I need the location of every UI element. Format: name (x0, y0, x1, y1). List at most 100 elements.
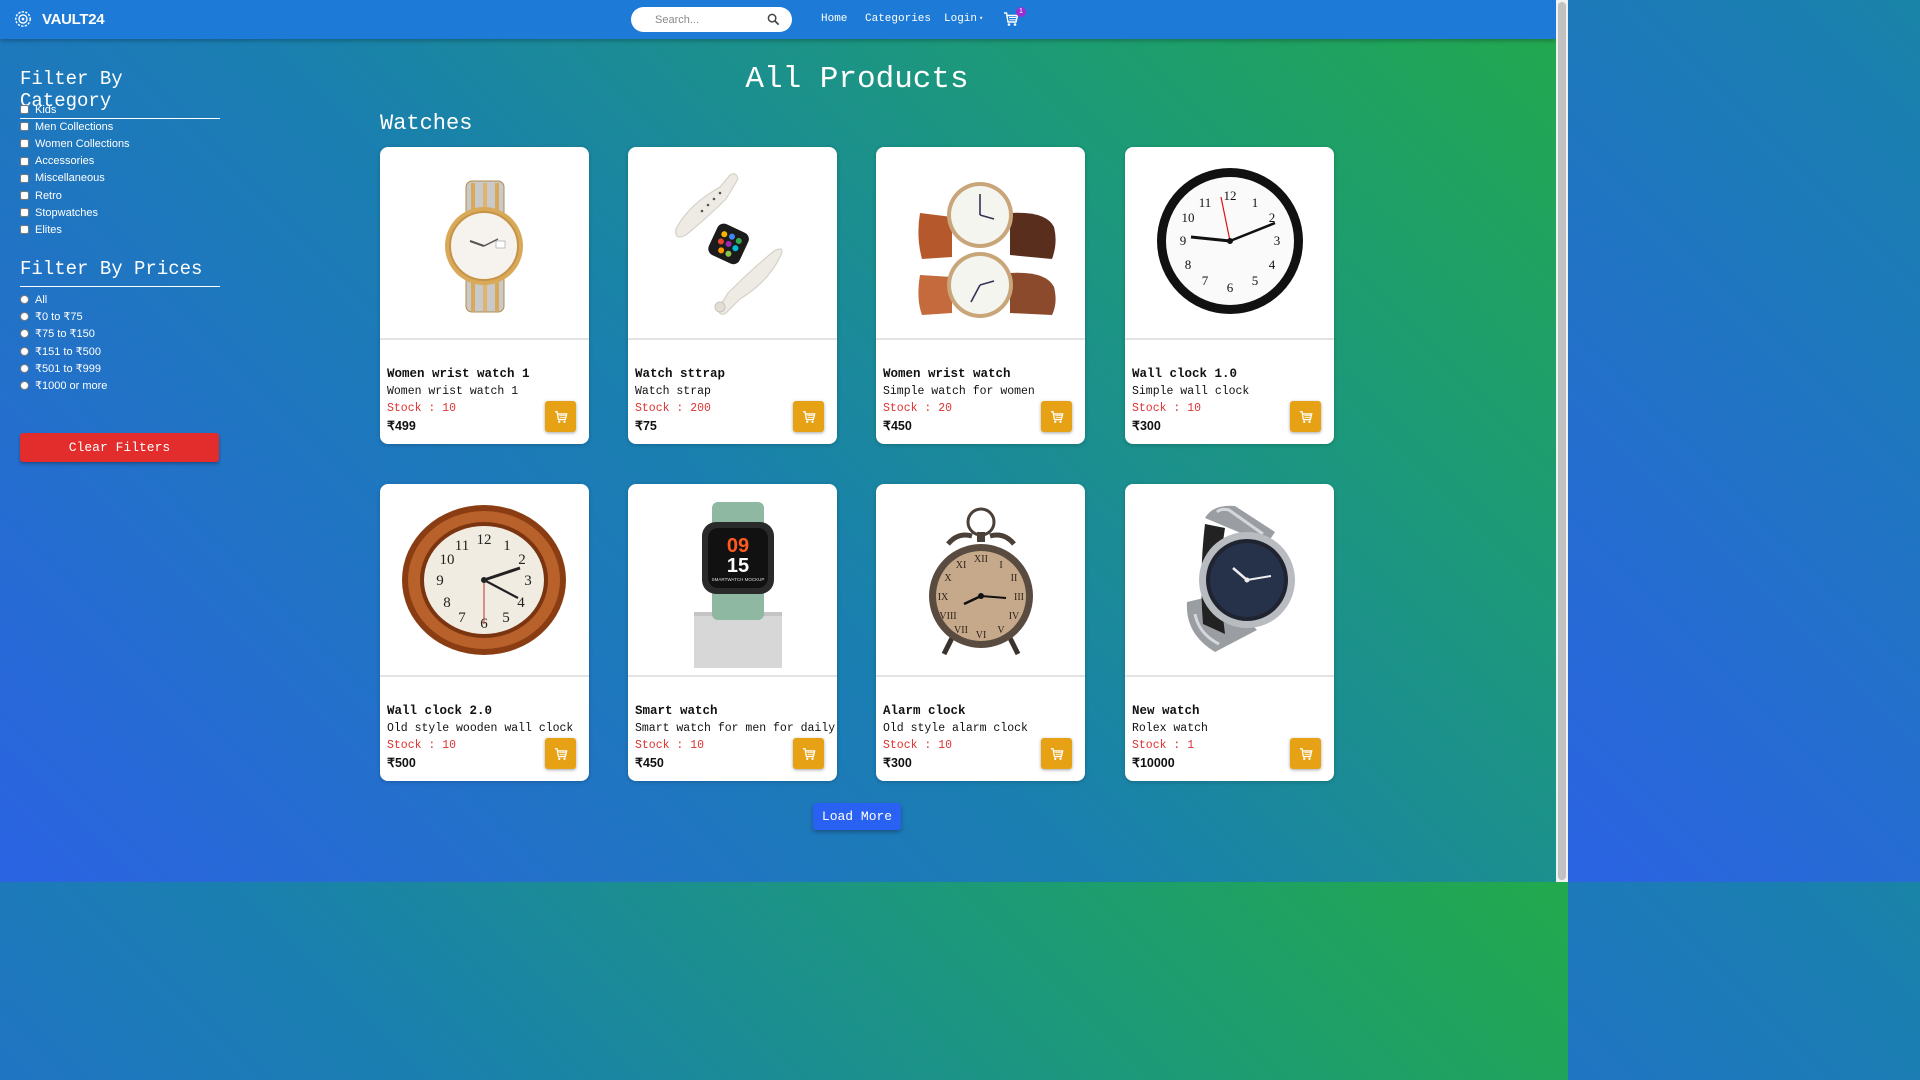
category-checkbox[interactable] (20, 225, 29, 235)
svg-text:3: 3 (524, 573, 532, 589)
category-option[interactable]: Men Collections (20, 118, 130, 135)
category-option[interactable]: Accessories (20, 153, 130, 170)
price-radio[interactable] (20, 295, 29, 305)
product-image[interactable] (628, 147, 837, 340)
price-radio[interactable] (20, 381, 29, 391)
price-filter-list: All ₹0 to ₹75 ₹75 to ₹150 ₹151 to ₹500 ₹… (20, 291, 107, 394)
product-card[interactable]: 126 39 12 45 78 1011 Wall clock 2.0 Old … (380, 484, 589, 781)
add-to-cart-button[interactable] (545, 738, 576, 769)
product-description: Simple wall clock (1132, 385, 1250, 398)
product-name[interactable]: Wall clock 2.0 (387, 704, 492, 718)
price-option[interactable]: ₹151 to ₹500 (20, 343, 107, 360)
svg-text:XII: XII (974, 554, 988, 565)
product-price: ₹75 (635, 419, 657, 433)
product-name[interactable]: Women wrist watch (883, 367, 1011, 381)
category-label: Stopwatches (35, 206, 98, 219)
add-to-cart-button[interactable] (1041, 738, 1072, 769)
product-image[interactable] (876, 147, 1085, 340)
category-option[interactable]: Elites (20, 221, 130, 238)
product-image[interactable] (380, 147, 589, 340)
product-card[interactable]: 09 15 SMARTWATCH MOCKUP Smart watch Smar… (628, 484, 837, 781)
svg-text:I: I (999, 560, 1002, 571)
product-image[interactable]: 126 39 12 45 78 1011 (1125, 147, 1334, 340)
product-stock: Stock : 10 (387, 402, 457, 415)
price-option[interactable]: All (20, 291, 107, 308)
product-image[interactable] (1125, 484, 1334, 677)
search-icon[interactable] (767, 13, 780, 26)
category-checkbox[interactable] (20, 122, 29, 132)
add-to-cart-button[interactable] (1290, 738, 1321, 769)
add-to-cart-button[interactable] (545, 401, 576, 432)
nav-home[interactable]: Home (821, 13, 847, 25)
price-radio[interactable] (20, 329, 29, 339)
product-card[interactable]: XII VI III IX I II IV V VII VIII X XI Alarm cl… (876, 484, 1085, 781)
price-radio[interactable] (20, 312, 29, 322)
svg-text:8: 8 (1185, 257, 1192, 272)
product-card[interactable]: Watch sttrap Watch strap Stock : 200 ₹75 (628, 147, 837, 444)
product-name[interactable]: Women wrist watch 1 (387, 367, 530, 381)
svg-text:7: 7 (458, 610, 466, 626)
product-name[interactable]: Alarm clock (883, 704, 966, 718)
search-input[interactable] (655, 13, 775, 26)
category-option[interactable]: Miscellaneous (20, 170, 130, 187)
cart-icon (1050, 410, 1064, 423)
nav-login[interactable]: Login ▾ (944, 13, 983, 25)
product-stock: Stock : 20 (883, 402, 953, 415)
price-option[interactable]: ₹75 to ₹150 (20, 325, 107, 342)
svg-text:1: 1 (1252, 195, 1259, 210)
price-radio[interactable] (20, 363, 29, 373)
category-checkbox[interactable] (20, 139, 29, 149)
product-stock: Stock : 10 (883, 739, 953, 752)
search-box (631, 7, 792, 32)
product-card[interactable]: New watch Rolex watch Stock : 1 ₹10000 (1125, 484, 1334, 781)
gold-silver-wristwatch-icon (445, 180, 523, 313)
price-option[interactable]: ₹1000 or more (20, 377, 107, 394)
product-image[interactable]: 09 15 SMARTWATCH MOCKUP (628, 484, 837, 677)
product-name[interactable]: Watch sttrap (635, 367, 725, 381)
product-image[interactable]: XII VI III IX I II IV V VII VIII X XI (876, 484, 1085, 677)
product-name[interactable]: New watch (1132, 704, 1200, 718)
smartwatch-hour: 09 (727, 535, 749, 557)
clear-filters-button[interactable]: Clear Filters (20, 433, 219, 462)
add-to-cart-button[interactable] (793, 738, 824, 769)
black-wall-clock-icon: 126 39 12 45 78 1011 (1157, 168, 1303, 314)
load-more-button[interactable]: Load More (813, 803, 901, 830)
product-description: Rolex watch (1132, 722, 1208, 735)
svg-text:12: 12 (477, 532, 492, 548)
category-checkbox[interactable] (20, 105, 29, 115)
category-option[interactable]: Retro (20, 187, 130, 204)
category-label: Miscellaneous (35, 172, 105, 185)
product-card[interactable]: Women wrist watch Simple watch for women… (876, 147, 1085, 444)
category-option[interactable]: Women Collections (20, 135, 130, 152)
price-option[interactable]: ₹0 to ₹75 (20, 308, 107, 325)
category-option[interactable]: Stopwatches (20, 204, 130, 221)
nav-categories[interactable]: Categories (865, 13, 931, 25)
price-label: ₹0 to ₹75 (35, 311, 83, 324)
svg-text:1: 1 (503, 538, 511, 554)
brand[interactable]: VAULT24 (14, 10, 105, 28)
product-price: ₹499 (387, 419, 416, 433)
category-checkbox[interactable] (20, 173, 29, 183)
add-to-cart-button[interactable] (793, 401, 824, 432)
add-to-cart-button[interactable] (1290, 401, 1321, 432)
price-option[interactable]: ₹501 to ₹999 (20, 360, 107, 377)
category-filter-list: Kids Men Collections Women Collections A… (20, 101, 130, 239)
svg-text:VIII: VIII (939, 611, 956, 622)
product-card[interactable]: Women wrist watch 1 Women wrist watch 1 … (380, 147, 589, 444)
product-name[interactable]: Smart watch (635, 704, 718, 718)
svg-text:2: 2 (518, 552, 526, 568)
category-checkbox[interactable] (20, 156, 29, 166)
add-to-cart-button[interactable] (1041, 401, 1072, 432)
scrollbar-thumb[interactable] (1558, 2, 1566, 880)
price-label: ₹501 to ₹999 (35, 362, 101, 375)
category-checkbox[interactable] (20, 208, 29, 218)
product-card[interactable]: 12 6 39 12 45 78 10 11 Wall clock 1.0 Simp… (1125, 147, 1334, 444)
svg-text:10: 10 (1182, 210, 1195, 225)
price-radio[interactable] (20, 346, 29, 356)
price-label: ₹1000 or more (35, 380, 108, 393)
product-image[interactable]: 126 39 12 45 78 1011 (380, 484, 589, 677)
product-name[interactable]: Wall clock 1.0 (1132, 367, 1237, 381)
category-checkbox[interactable] (20, 191, 29, 201)
category-option[interactable]: Kids (20, 101, 130, 118)
page-scrollbar[interactable] (1556, 0, 1568, 882)
